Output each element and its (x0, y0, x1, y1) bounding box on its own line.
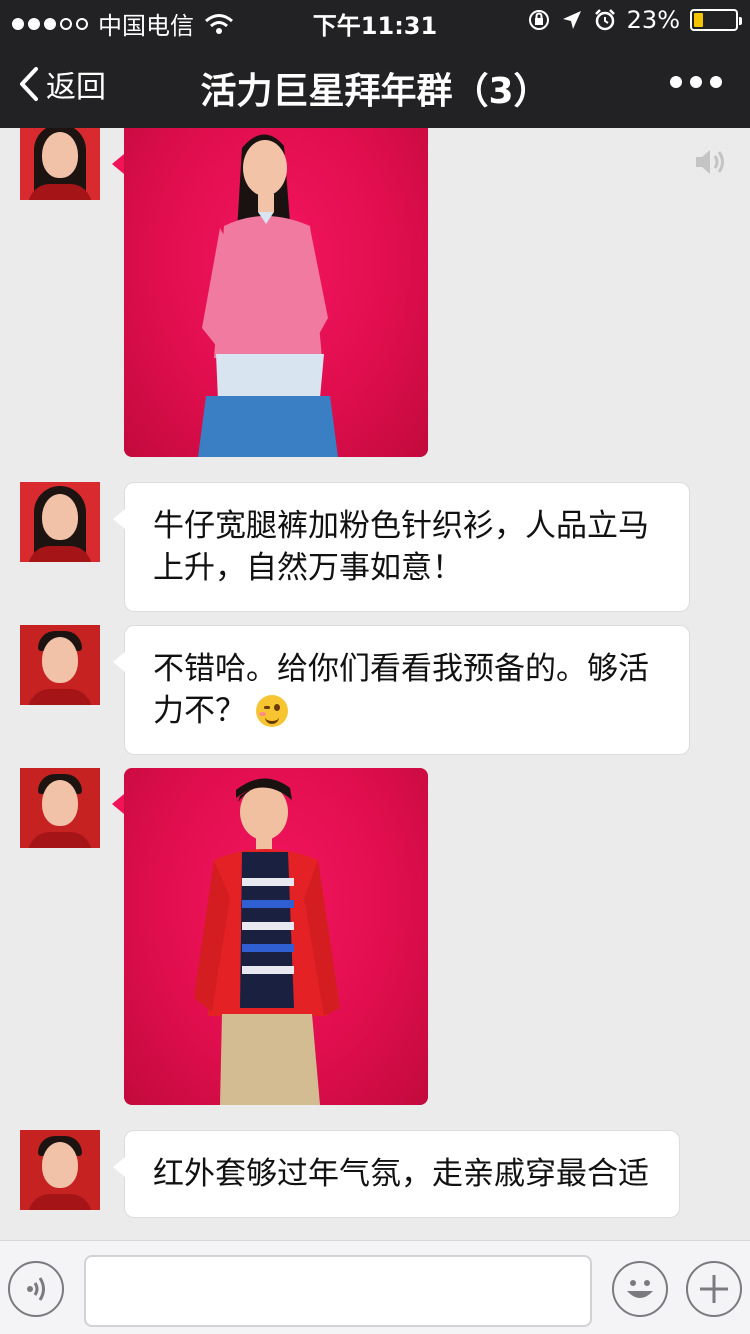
top-bar: 中国电信 下午11:31 23% 返回 活力巨星拜年群（3） (0, 0, 750, 128)
battery-percent: 23% (626, 6, 680, 34)
text-message[interactable]: 牛仔宽腿裤加粉色针织衫，人品立马上升，自然万事如意！ (113, 482, 690, 612)
avatar-female[interactable] (20, 482, 100, 562)
speaker-icon[interactable] (692, 146, 728, 178)
battery-fill (694, 13, 703, 27)
smile-icon (627, 1280, 653, 1298)
rotation-lock-icon (528, 10, 549, 30)
emoji-button[interactable] (612, 1261, 668, 1317)
avatar-male[interactable] (20, 768, 100, 848)
text-message[interactable]: 不错哈。给你们看看我预备的。够活力不？ (113, 625, 690, 755)
avatar-female[interactable] (20, 128, 100, 200)
voice-icon (27, 1277, 45, 1301)
text-message[interactable]: 红外套够过年气氛，走亲戚穿最合适 (113, 1130, 680, 1218)
status-bar: 中国电信 下午11:31 23% (0, 0, 750, 40)
message-text: 不错哈。给你们看看我预备的。够活力不？ (153, 651, 649, 729)
wink-face-icon (256, 695, 288, 727)
plus-icon (700, 1275, 728, 1303)
woman-figure-image (198, 134, 338, 457)
more-icon[interactable] (670, 76, 722, 88)
message-text: 牛仔宽腿裤加粉色针织衫，人品立马上升，自然万事如意！ (153, 508, 649, 586)
location-icon (562, 11, 581, 29)
nav-bar: 返回 活力巨星拜年群（3） (0, 40, 750, 128)
avatar-male[interactable] (20, 1130, 100, 1210)
alarm-icon (594, 9, 615, 31)
voice-button[interactable] (8, 1261, 64, 1317)
message-text: 红外套够过年气氛，走亲戚穿最合适 (153, 1156, 649, 1192)
photo-woman-pink-sweater (124, 128, 428, 457)
message-input[interactable] (84, 1255, 592, 1327)
battery-icon (690, 9, 742, 31)
photo-man-red-jacket (124, 768, 428, 1105)
chat-area[interactable]: 牛仔宽腿裤加粉色针织衫，人品立马上升，自然万事如意！ 不错哈。给你们看看我预备的… (0, 128, 750, 1240)
status-right: 23% (527, 6, 742, 34)
man-figure-image (194, 778, 340, 1105)
input-bar (0, 1240, 750, 1334)
avatar-male[interactable] (20, 625, 100, 705)
plus-button[interactable] (686, 1261, 742, 1317)
chat-title: 活力巨星拜年群（3） (200, 71, 550, 112)
